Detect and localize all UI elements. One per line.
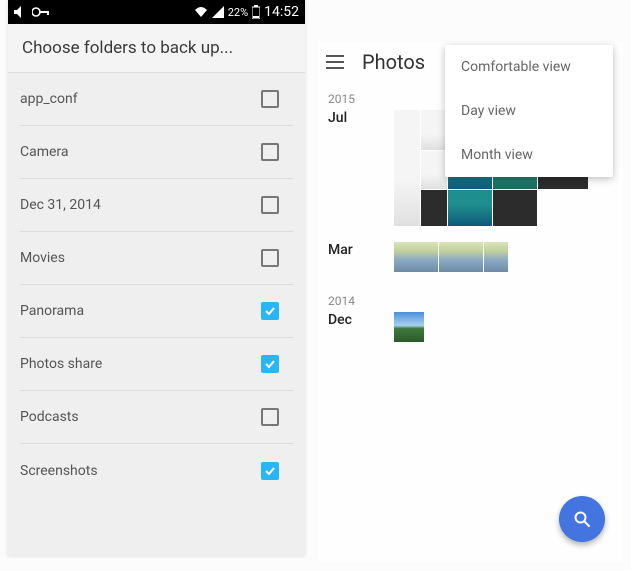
photo-thumbnail[interactable]	[394, 110, 420, 226]
photo-thumbnail[interactable]	[421, 151, 447, 189]
checkbox[interactable]	[261, 143, 279, 161]
menu-item-month[interactable]: Month view	[445, 133, 613, 177]
sound-icon	[14, 6, 28, 18]
clock: 14:52	[264, 4, 299, 20]
key-icon	[32, 7, 50, 17]
folder-list: app_conf Camera Dec 31, 2014 Movies Pano…	[8, 73, 305, 497]
folder-label: Podcasts	[20, 409, 261, 425]
folder-row[interactable]: Podcasts	[20, 391, 293, 444]
month-row: Mar	[318, 238, 623, 276]
photo-thumbnail[interactable]	[448, 190, 492, 226]
signal-icon	[212, 6, 224, 18]
photo-thumbnail[interactable]	[394, 242, 438, 272]
folder-row[interactable]: Photos share	[20, 338, 293, 391]
folder-row[interactable]: app_conf	[20, 73, 293, 126]
folder-label: Dec 31, 2014	[20, 197, 261, 213]
wifi-icon	[194, 6, 208, 18]
folder-row[interactable]: Movies	[20, 232, 293, 285]
view-menu: Comfortable view Day view Month view	[445, 45, 613, 177]
photo-thumbnail[interactable]	[421, 190, 447, 226]
mar-thumbnails	[394, 242, 508, 272]
photos-screen: Photos Comfortable view Day view Month v…	[318, 42, 623, 562]
menu-icon[interactable]	[326, 55, 344, 69]
checkbox[interactable]	[261, 249, 279, 267]
checkbox[interactable]	[261, 196, 279, 214]
folder-label: app_conf	[20, 91, 261, 107]
photo-thumbnail[interactable]	[493, 190, 537, 226]
month-jul-label: Jul	[328, 110, 376, 126]
folder-row[interactable]: Dec 31, 2014	[20, 179, 293, 232]
dec-thumbnails	[394, 312, 424, 342]
checkbox[interactable]	[261, 355, 279, 373]
folder-label: Panorama	[20, 303, 261, 319]
photos-title: Photos	[362, 50, 425, 74]
folder-label: Movies	[20, 250, 261, 266]
folder-row[interactable]: Screenshots	[20, 444, 293, 497]
checkbox[interactable]	[261, 90, 279, 108]
battery-icon	[252, 5, 260, 19]
backup-folders-screen: 22% 14:52 Choose folders to back up... a…	[8, 0, 305, 556]
search-icon	[573, 510, 591, 528]
folder-label: Photos share	[20, 356, 261, 372]
folder-label: Screenshots	[20, 463, 261, 479]
folder-label: Camera	[20, 144, 261, 160]
photo-thumbnail[interactable]	[439, 242, 483, 272]
page-title: Choose folders to back up...	[8, 24, 305, 73]
month-mar-label: Mar	[328, 242, 376, 258]
checkbox[interactable]	[261, 302, 279, 320]
photo-thumbnail[interactable]	[394, 312, 424, 342]
checkbox[interactable]	[261, 408, 279, 426]
search-fab[interactable]	[559, 496, 605, 542]
status-bar: 22% 14:52	[8, 0, 305, 24]
checkbox[interactable]	[261, 462, 279, 480]
menu-item-day[interactable]: Day view	[445, 89, 613, 133]
year-2014-label: 2014	[318, 294, 623, 308]
menu-item-comfortable[interactable]: Comfortable view	[445, 45, 613, 89]
photo-thumbnail[interactable]	[484, 242, 508, 272]
folder-row[interactable]: Panorama	[20, 285, 293, 338]
battery-percent: 22%	[228, 6, 248, 19]
folder-row[interactable]: Camera	[20, 126, 293, 179]
month-row: Dec	[318, 308, 623, 346]
month-dec-label: Dec	[328, 312, 376, 328]
